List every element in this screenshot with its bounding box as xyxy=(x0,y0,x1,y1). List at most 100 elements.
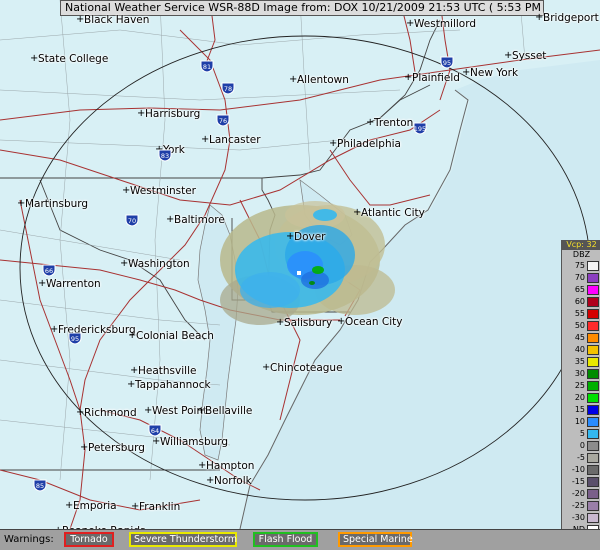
legend-row: 0 xyxy=(562,440,600,452)
warning-special-marine-box: Special Marine xyxy=(338,532,413,547)
interstate-shield-icon: 85 xyxy=(33,479,47,492)
city-label: Trenton xyxy=(374,117,414,129)
interstate-shield-icon: 81 xyxy=(200,60,214,73)
warning-severe-thunderstorm-box: Severe Thunderstorm xyxy=(129,532,237,547)
interstate-shield-icon: 76 xyxy=(216,114,230,127)
legend-swatch xyxy=(587,501,599,511)
legend-value: 35 xyxy=(574,357,585,366)
legend-value: 50 xyxy=(574,321,585,330)
legend-swatch xyxy=(587,321,599,331)
legend-value: -10 xyxy=(571,465,585,474)
city-label: Dover xyxy=(294,231,326,243)
interstate-shield-icon: 70 xyxy=(125,214,139,227)
legend-swatch xyxy=(587,453,599,463)
city-label: Lancaster xyxy=(209,134,261,146)
legend-swatch xyxy=(587,345,599,355)
city-label: Martinsburg xyxy=(25,198,89,210)
legend-value: 0 xyxy=(579,441,585,450)
city-label: Petersburg xyxy=(88,442,145,454)
interstate-number: 95 xyxy=(71,335,79,343)
legend-swatch xyxy=(587,489,599,499)
city-label: Allentown xyxy=(297,74,349,86)
legend-row: -10 xyxy=(562,464,600,476)
legend-row: 55 xyxy=(562,308,600,320)
legend-swatch xyxy=(587,405,599,415)
city-label: Williamsburg xyxy=(160,436,229,448)
city-label: Heathsville xyxy=(138,365,197,377)
city-label: Salisbury xyxy=(284,317,333,329)
legend-row: 45 xyxy=(562,332,600,344)
city-label: Emporia xyxy=(73,500,117,512)
legend-swatch xyxy=(587,357,599,367)
legend-swatch xyxy=(587,465,599,475)
radar-frame: National Weather Service WSR-88D Image f… xyxy=(0,0,600,550)
legend-value: 45 xyxy=(574,333,585,342)
legend-value: 30 xyxy=(574,369,585,378)
legend-swatch xyxy=(587,513,599,523)
legend-row: 25 xyxy=(562,380,600,392)
legend-row: 20 xyxy=(562,392,600,404)
legend-swatch xyxy=(587,333,599,343)
legend-swatch xyxy=(587,381,599,391)
legend-value: -5 xyxy=(577,453,585,462)
legend-row: -25 xyxy=(562,500,600,512)
legend-row: 15 xyxy=(562,404,600,416)
legend-value: 75 xyxy=(574,261,585,270)
legend-row: 35 xyxy=(562,356,600,368)
city-label: Bellaville xyxy=(205,405,253,417)
city-label: Plainfield xyxy=(412,72,460,84)
warning-flash-flood-box: Flash Flood xyxy=(253,532,318,547)
legend-swatch xyxy=(587,297,599,307)
city-label: Westminster xyxy=(130,185,196,197)
legend-row: 60 xyxy=(562,296,600,308)
city-label: Colonial Beach xyxy=(136,330,214,342)
city-label: Washington xyxy=(128,258,190,270)
city-label: State College xyxy=(38,53,109,65)
city-label: Atlantic City xyxy=(361,207,425,219)
interstate-number: 195 xyxy=(414,125,426,133)
city-label: Warrenton xyxy=(46,278,101,290)
interstate-number: 81 xyxy=(203,63,211,71)
interstate-shield-icon: 64 xyxy=(148,424,162,437)
interstate-shield-icon: 78 xyxy=(221,82,235,95)
legend-swatch xyxy=(587,273,599,283)
city-label: Hampton xyxy=(206,460,255,472)
city-label: Ocean City xyxy=(345,316,403,328)
legend-swatch xyxy=(587,477,599,487)
legend-value: -25 xyxy=(571,501,585,510)
interstate-number: 95 xyxy=(443,59,451,67)
legend-value: -30 xyxy=(571,513,585,522)
city-label: Baltimore xyxy=(174,214,225,226)
legend-row: 10 xyxy=(562,416,600,428)
legend-swatch xyxy=(587,285,599,295)
legend-value: 60 xyxy=(574,297,585,306)
legend-swatch xyxy=(587,417,599,427)
legend-row: -15 xyxy=(562,476,600,488)
interstate-number: 64 xyxy=(151,427,159,435)
city-label: Franklin xyxy=(139,501,181,513)
legend-rows: 75 70 65 60 55 50 45 40 35 30 25 20 15 10 5 0 -5 -10 -15 -2… xyxy=(562,260,600,536)
legend-value: 25 xyxy=(574,381,585,390)
city-label: Tappahannock xyxy=(135,379,211,391)
city-label: Philadelphia xyxy=(337,138,401,150)
legend-vcp: Vcp: 32 xyxy=(562,240,600,250)
legend-row: -30 xyxy=(562,512,600,524)
city-label: Norfolk xyxy=(214,475,252,487)
legend-row: 5 xyxy=(562,428,600,440)
interstate-number: 83 xyxy=(161,152,169,160)
legend-swatch xyxy=(587,429,599,439)
legend-value: 55 xyxy=(574,309,585,318)
legend-row: -20 xyxy=(562,488,600,500)
warnings-label: Warnings: xyxy=(4,534,54,545)
interstate-number: 76 xyxy=(219,117,227,125)
legend-value: 5 xyxy=(579,429,585,438)
city-label: Black Haven xyxy=(84,14,150,26)
city-label: Bridgeport xyxy=(543,12,599,24)
city-label: Richmond xyxy=(84,407,137,419)
legend-value: 10 xyxy=(574,417,585,426)
legend-row: 75 xyxy=(562,260,600,272)
city-label: Chincoteague xyxy=(270,362,343,374)
dbz-legend: Vcp: 32 DBZ 75 70 65 60 55 50 45 40 35 30 25 20 15 10… xyxy=(561,240,600,546)
interstate-shield-icon: 195 xyxy=(413,122,427,135)
legend-value: 40 xyxy=(574,345,585,354)
